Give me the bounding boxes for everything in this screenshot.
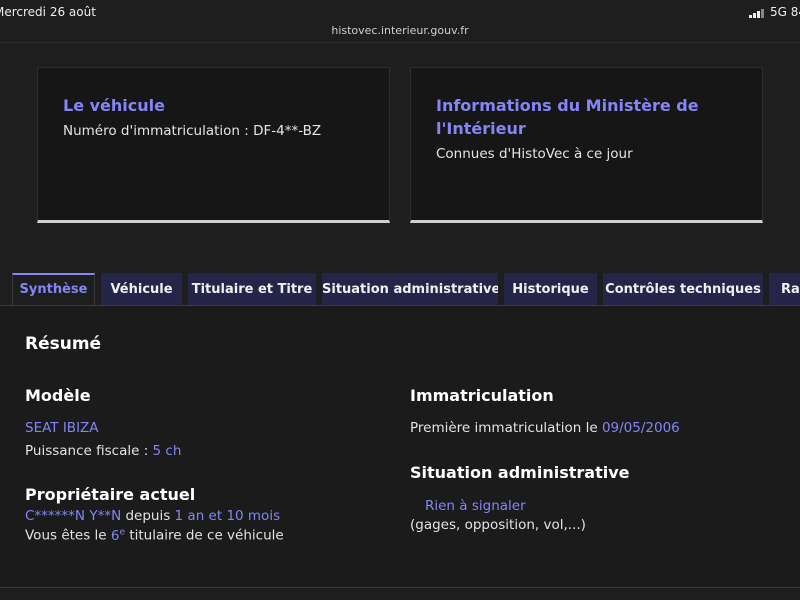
first-registration-label: Première immatriculation le (410, 420, 602, 436)
owner-since-label: depuis (121, 508, 175, 524)
owner-rank-digit: 6 (110, 527, 120, 544)
tab-situation-administrative[interactable]: Situation administrative (322, 273, 498, 306)
plate-value: DF-4**-BZ (253, 123, 322, 139)
vehicle-card-title: Le véhicule (63, 96, 165, 115)
first-registration-date: 09/05/2006 (601, 420, 680, 436)
ministry-card-subtitle: Connues d'HistoVec à ce jour (436, 146, 633, 162)
status-right: 5G 84 (770, 5, 800, 19)
model-name: SEAT IBIZA (25, 420, 99, 436)
ministry-card: Informations du Ministère de l'Intérieur… (410, 67, 763, 223)
browser-status-bar: Mercredi 26 août histovec.interieur.gouv… (0, 0, 800, 43)
tab-titulaire[interactable]: Titulaire et Titre (188, 273, 316, 306)
model-heading: Modèle (25, 386, 91, 405)
vehicle-card: Le véhicule Numéro d'immatriculation : D… (37, 67, 390, 223)
battery-level: 84 (790, 5, 800, 19)
registration-heading: Immatriculation (410, 386, 554, 405)
signal-icon (749, 9, 764, 18)
panel-bottom-border (0, 587, 800, 588)
plate-number: Numéro d'immatriculation : DF-4**-BZ (63, 123, 321, 139)
owner-since-value: 1 an et 10 mois (174, 508, 281, 524)
tab-vehicule[interactable]: Véhicule (101, 273, 182, 306)
summary-panel: Résumé Modèle SEAT IBIZA Puissance fisca… (0, 306, 800, 587)
admin-status: Rien à signaler (425, 498, 526, 514)
ministry-card-title: Informations du Ministère de l'Intérieur (436, 96, 699, 138)
owner-heading: Propriétaire actuel (25, 485, 196, 504)
address-bar-url[interactable]: histovec.interieur.gouv.fr (0, 24, 800, 37)
plate-label: Numéro d'immatriculation : (63, 123, 254, 139)
owner-info: C******N Y**N depuis 1 an et 10 mois (25, 508, 280, 524)
admin-heading: Situation administrative (410, 463, 630, 482)
tab-synthese[interactable]: Synthèse (12, 273, 95, 306)
fiscal-power-value: 5 ch (152, 443, 182, 459)
owner-rank-number: 6e (110, 527, 125, 544)
owner-rank-prefix: Vous êtes le (25, 527, 111, 544)
summary-title: Résumé (25, 334, 102, 354)
owner-rank: Vous êtes le 6e titulaire de ce véhicule (25, 527, 284, 544)
admin-detail: (gages, opposition, vol,...) (410, 517, 586, 533)
network-label: 5G (769, 5, 787, 19)
fiscal-power: Puissance fiscale : 5 ch (25, 443, 181, 459)
first-registration: Première immatriculation le 09/05/2006 (410, 420, 680, 436)
owner-name: C******N Y**N (25, 508, 122, 524)
tab-rapport[interactable]: Rapport (769, 273, 800, 306)
fiscal-power-label: Puissance fiscale : (25, 443, 153, 459)
tab-controles-techniques[interactable]: Contrôles techniques (603, 273, 763, 306)
owner-rank-end: titulaire de ce véhicule (125, 527, 284, 544)
status-date: Mercredi 26 août (0, 5, 96, 19)
tab-historique[interactable]: Historique (504, 273, 597, 306)
